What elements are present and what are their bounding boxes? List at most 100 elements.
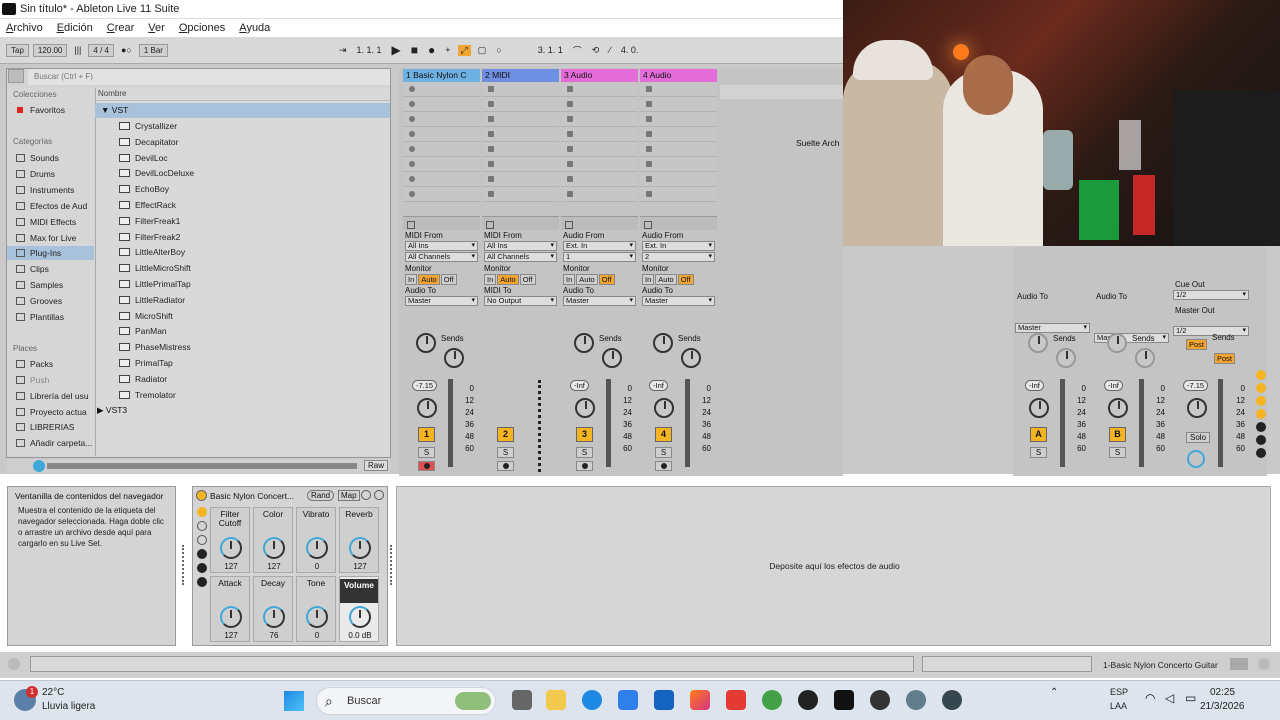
- macro-control[interactable]: Tone 0: [296, 576, 336, 642]
- steam-icon[interactable]: [906, 690, 926, 710]
- wifi-icon[interactable]: ◠: [1145, 691, 1155, 705]
- macro-knob[interactable]: [220, 606, 242, 628]
- send-a-knob[interactable]: [416, 333, 436, 353]
- macro-control[interactable]: Reverb 127: [339, 507, 379, 573]
- send-b-knob[interactable]: [1056, 348, 1076, 368]
- sidebar-item-plugins[interactable]: Plug-Ins: [7, 246, 94, 260]
- cue-volume-knob[interactable]: [1187, 450, 1205, 468]
- windows-start-icon[interactable]: [284, 691, 304, 711]
- loop-switch-icon[interactable]: ⟲: [589, 45, 603, 56]
- sidebar-item-clips[interactable]: Clips: [7, 262, 94, 276]
- clip-slot[interactable]: [482, 157, 559, 172]
- punch-icon[interactable]: ⌒: [570, 44, 585, 57]
- macro-knob[interactable]: [349, 537, 371, 559]
- sidebar-item-push[interactable]: Push: [7, 373, 94, 387]
- track-volume[interactable]: -Inf: [649, 380, 668, 391]
- monitor-in-button[interactable]: In: [563, 274, 576, 285]
- draw-icon[interactable]: ∕: [606, 45, 614, 55]
- remove-macro-icon[interactable]: [197, 535, 207, 545]
- clip-slot[interactable]: [640, 172, 717, 187]
- macro-knob[interactable]: [349, 606, 371, 628]
- clip-slot[interactable]: [561, 187, 638, 202]
- clip-slot[interactable]: [482, 97, 559, 112]
- device-drag-handle[interactable]: [182, 545, 186, 585]
- clip-stop-button[interactable]: [403, 216, 480, 230]
- monitor-off-button[interactable]: Off: [440, 274, 457, 285]
- sends-toggle-icon[interactable]: [1256, 383, 1266, 393]
- input-type-select[interactable]: All Ins: [405, 241, 478, 251]
- io-toggle-icon[interactable]: [1256, 370, 1266, 380]
- clip-slot[interactable]: [561, 172, 638, 187]
- clip-slot[interactable]: [561, 112, 638, 127]
- send-b-knob[interactable]: [1135, 348, 1155, 368]
- sidebar-item-midi-effects[interactable]: MIDI Effects: [7, 215, 94, 229]
- plugin-item[interactable]: FilterFreak1: [119, 214, 180, 228]
- obs-icon[interactable]: [870, 690, 890, 710]
- save-preset-icon[interactable]: [374, 490, 384, 500]
- master-pan-knob[interactable]: [1187, 398, 1207, 418]
- lang-code[interactable]: ESP: [1110, 687, 1128, 697]
- plugin-item[interactable]: LittleRadiator: [119, 293, 185, 307]
- solo-button[interactable]: S: [1030, 447, 1047, 458]
- send-a-knob[interactable]: [1107, 333, 1127, 353]
- arm-button[interactable]: [418, 461, 435, 471]
- monitor-off-button[interactable]: Off: [598, 274, 615, 285]
- monitor-auto-button[interactable]: Auto: [418, 274, 440, 285]
- clip-slot[interactable]: [403, 82, 480, 97]
- pan-knob[interactable]: [417, 398, 437, 418]
- ableton-live-icon[interactable]: [834, 690, 854, 710]
- device-title[interactable]: Basic Nylon Concert...: [210, 491, 294, 501]
- sidebar-item-drums[interactable]: Drums: [7, 167, 94, 181]
- quantize-select[interactable]: 1 Bar: [138, 43, 168, 57]
- follow-icon[interactable]: ⇥: [336, 45, 350, 56]
- macro-control[interactable]: Attack 127: [210, 576, 250, 642]
- tempo-field[interactable]: 120.00: [32, 43, 68, 57]
- output-select[interactable]: Master: [405, 296, 478, 306]
- device-power-icon[interactable]: [196, 490, 207, 501]
- sidebar-item-favoritos[interactable]: Favoritos: [7, 103, 94, 117]
- lang-layout[interactable]: LAA: [1110, 701, 1127, 711]
- capture-icon[interactable]: ▢: [475, 45, 490, 56]
- solo-button[interactable]: S: [576, 447, 593, 458]
- edge-browser-icon[interactable]: [582, 690, 602, 710]
- monitor-auto-button[interactable]: Auto: [655, 274, 677, 285]
- plugin-item[interactable]: Tremolator: [119, 388, 176, 402]
- clip-slot[interactable]: [482, 142, 559, 157]
- send-a-knob[interactable]: [653, 333, 673, 353]
- monitor-in-button[interactable]: In: [405, 274, 418, 285]
- clip-slot[interactable]: [561, 97, 638, 112]
- media-player-icon[interactable]: [942, 690, 962, 710]
- sidebar-item-audio-effects[interactable]: Efectos de Aud: [7, 199, 94, 213]
- clock-date[interactable]: 21/3/2026: [1200, 701, 1245, 712]
- monitor-auto-button[interactable]: Auto: [576, 274, 598, 285]
- output-select[interactable]: Master: [563, 296, 636, 306]
- instagram-icon[interactable]: [690, 690, 710, 710]
- expand-icon[interactable]: [1258, 658, 1270, 670]
- devices-toggle-icon[interactable]: [197, 563, 207, 573]
- macro-control[interactable]: Filter Cutoff 127: [210, 507, 250, 573]
- metronome-icon[interactable]: |||: [71, 45, 84, 55]
- track-activator-button[interactable]: 1: [418, 427, 435, 442]
- clip-slot[interactable]: [561, 82, 638, 97]
- clip-slot[interactable]: [403, 127, 480, 142]
- crossfader-toggle-icon[interactable]: [1256, 422, 1266, 432]
- sidebar-item-librerias[interactable]: LIBRERIAS: [7, 420, 94, 434]
- solo-button[interactable]: S: [1109, 447, 1126, 458]
- pan-knob[interactable]: [575, 398, 595, 418]
- input-channel-select[interactable]: 2: [642, 252, 715, 262]
- sidebar-item-grooves[interactable]: Grooves: [7, 294, 94, 308]
- youtube-icon[interactable]: [726, 690, 746, 710]
- capcut-icon[interactable]: [798, 690, 818, 710]
- folder-row-vst[interactable]: ▼ VST: [95, 103, 390, 118]
- clip-slot[interactable]: [640, 82, 717, 97]
- preview-waveform[interactable]: [47, 463, 357, 469]
- return-activator-button[interactable]: B: [1109, 427, 1126, 442]
- solo-button[interactable]: Solo: [1186, 432, 1211, 443]
- browser-toggle-icon[interactable]: [8, 69, 24, 83]
- plugin-item[interactable]: PrimalTap: [119, 356, 173, 370]
- automation-arm-icon[interactable]: ⤢: [457, 44, 471, 56]
- clock-time[interactable]: 02:25: [1210, 687, 1235, 698]
- clip-slot[interactable]: [561, 127, 638, 142]
- send-a-knob[interactable]: [574, 333, 594, 353]
- preview-toggle-icon[interactable]: [33, 460, 45, 472]
